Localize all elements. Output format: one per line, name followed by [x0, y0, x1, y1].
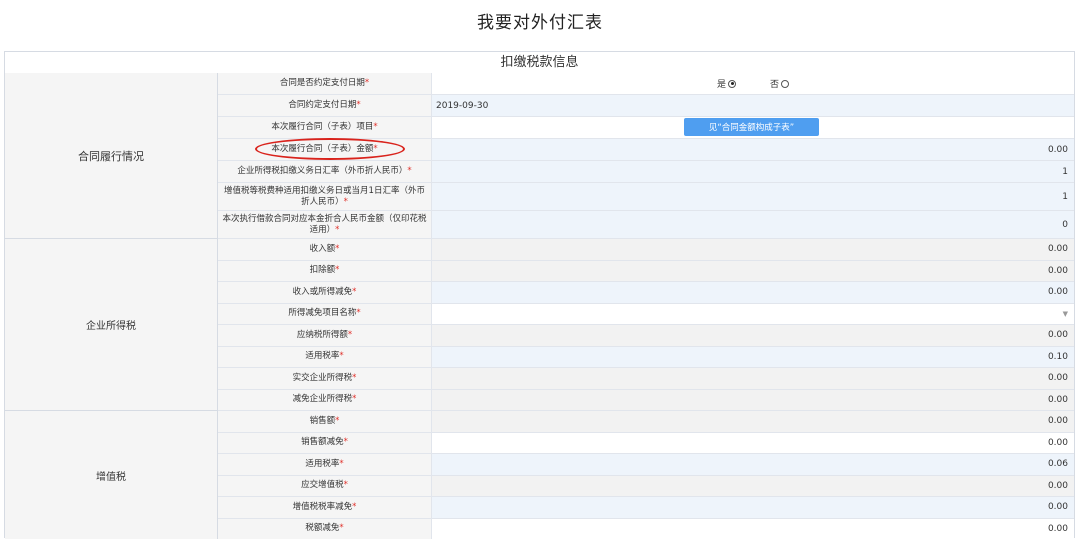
row-income: 收入额 * 0.00 [218, 239, 1074, 261]
row-contract-item: 本次履行合同（子表）项目 * 见“合同金额构成子表” [218, 117, 1074, 139]
row-sales-exemption: 销售额减免 * 0.00 [218, 432, 1074, 454]
row-taxable-income: 应纳税所得额 * 0.00 [218, 325, 1074, 347]
row-actual-income-tax: 实交企业所得税 * 0.00 [218, 368, 1074, 390]
row-tax-relief: 税额减免 * 0.00 [218, 518, 1074, 539]
row-label: 扣除额 * [218, 260, 432, 281]
row-label: 增值税税率减免 * [218, 497, 432, 518]
row-exemption-item-name: 所得减免项目名称 * ▼ [218, 303, 1074, 325]
row-label: 合同是否约定支付日期 * [218, 73, 432, 94]
vat-exchange-rate-field[interactable]: 1 [432, 183, 1074, 210]
row-label: 收入额 * [218, 239, 432, 260]
vat-rate-relief-field[interactable]: 0.00 [432, 497, 1074, 518]
row-contract-payment-date: 合同约定支付日期 * 2019-09-30 [218, 95, 1074, 117]
contract-amount-field[interactable]: 0.00 [432, 139, 1074, 160]
actual-income-tax-field: 0.00 [432, 368, 1074, 389]
row-contract-date-agreed: 合同是否约定支付日期 * 是 否 [218, 73, 1074, 95]
income-tax-exchange-rate-field[interactable]: 1 [432, 161, 1074, 182]
taxable-income-field: 0.00 [432, 325, 1074, 346]
row-contract-amount: 本次履行合同（子表）金额 * 0.00 [218, 139, 1074, 161]
radio-field: 是 否 [432, 73, 1074, 94]
exemption-item-select[interactable]: ▼ [432, 303, 1074, 324]
row-income-tax-rate: 企业所得税扣缴义务日汇率（外币折人民币） * 1 [218, 161, 1074, 183]
income-field: 0.00 [432, 239, 1074, 260]
sales-exemption-field[interactable]: 0.00 [432, 432, 1074, 453]
row-label: 销售额 * [218, 411, 432, 432]
row-label: 应纳税所得额 * [218, 325, 432, 346]
row-label: 收入或所得减免 * [218, 282, 432, 303]
row-deduction: 扣除额 * 0.00 [218, 260, 1074, 282]
row-vat-applicable-rate: 适用税率 * 0.06 [218, 454, 1074, 476]
chevron-down-icon[interactable]: ▼ [1063, 310, 1068, 318]
row-label: 销售额减免 * [218, 432, 432, 453]
row-label: 适用税率 * [218, 454, 432, 475]
section-title: 扣缴税款信息 [5, 52, 1074, 74]
group-contract: 合同履行情况 [5, 73, 218, 239]
row-label: 适用税率 * [218, 346, 432, 367]
vat-payable-field: 0.00 [432, 475, 1074, 496]
income-tax-relief-field: 0.00 [432, 389, 1074, 410]
sales-field: 0.00 [432, 411, 1074, 432]
row-label: 应交增值税 * [218, 475, 432, 496]
radio-yes-option[interactable]: 是 [717, 77, 736, 90]
tax-relief-field[interactable]: 0.00 [432, 518, 1074, 539]
row-vat-rate-relief: 增值税税率减免 * 0.00 [218, 497, 1074, 519]
row-label: 增值税等税费种适用扣缴义务日或当月1日汇率（外币折人民币）* [218, 183, 432, 210]
radio-unchecked-icon[interactable] [781, 79, 790, 88]
row-loan-principal: 本次执行借款合同对应本金折合人民币金额（仅印花税适用）* 0 [218, 211, 1074, 239]
payment-date-field[interactable]: 2019-09-30 [432, 95, 1074, 116]
row-label: 所得减免项目名称 * [218, 303, 432, 324]
tax-form-table: 扣缴税款信息 合同履行情况 企业所得税 增值税 合同是否约定支付日期 * 是 否 … [4, 51, 1075, 539]
group-income-tax: 企业所得税 [5, 239, 218, 411]
row-label: 本次履行合同（子表）项目 * [218, 117, 432, 138]
row-label: 本次履行合同（子表）金额 * [218, 139, 432, 160]
row-label: 实交企业所得税 * [218, 368, 432, 389]
row-sales: 销售额 * 0.00 [218, 411, 1074, 433]
page-title: 我要对外付汇表 [477, 13, 603, 33]
deduction-field: 0.00 [432, 260, 1074, 281]
row-income-exemption: 收入或所得减免 * 0.00 [218, 282, 1074, 304]
vat-rate-field[interactable]: 0.06 [432, 454, 1074, 475]
radio-no-option[interactable]: 否 [770, 77, 790, 90]
income-tax-rate-field[interactable]: 0.10 [432, 346, 1074, 367]
row-income-tax-applicable-rate: 适用税率 * 0.10 [218, 346, 1074, 368]
row-label: 合同约定支付日期 * [218, 95, 432, 116]
contract-item-field: 见“合同金额构成子表” [432, 117, 1074, 138]
row-vat-rate: 增值税等税费种适用扣缴义务日或当月1日汇率（外币折人民币）* 1 [218, 183, 1074, 211]
row-vat-payable: 应交增值税 * 0.00 [218, 475, 1074, 497]
row-label: 减免企业所得税 * [218, 389, 432, 410]
row-label: 税额减免 * [218, 518, 432, 539]
group-vat: 增值税 [5, 411, 218, 539]
row-income-tax-relief: 减免企业所得税 * 0.00 [218, 389, 1074, 411]
radio-checked-icon[interactable] [728, 79, 736, 88]
row-label: 本次执行借款合同对应本金折合人民币金额（仅印花税适用）* [218, 211, 432, 238]
contract-amount-subtable-button[interactable]: 见“合同金额构成子表” [684, 118, 819, 136]
income-exemption-field[interactable]: 0.00 [432, 282, 1074, 303]
loan-principal-field[interactable]: 0 [432, 211, 1074, 238]
row-label: 企业所得税扣缴义务日汇率（外币折人民币） * [218, 161, 432, 182]
